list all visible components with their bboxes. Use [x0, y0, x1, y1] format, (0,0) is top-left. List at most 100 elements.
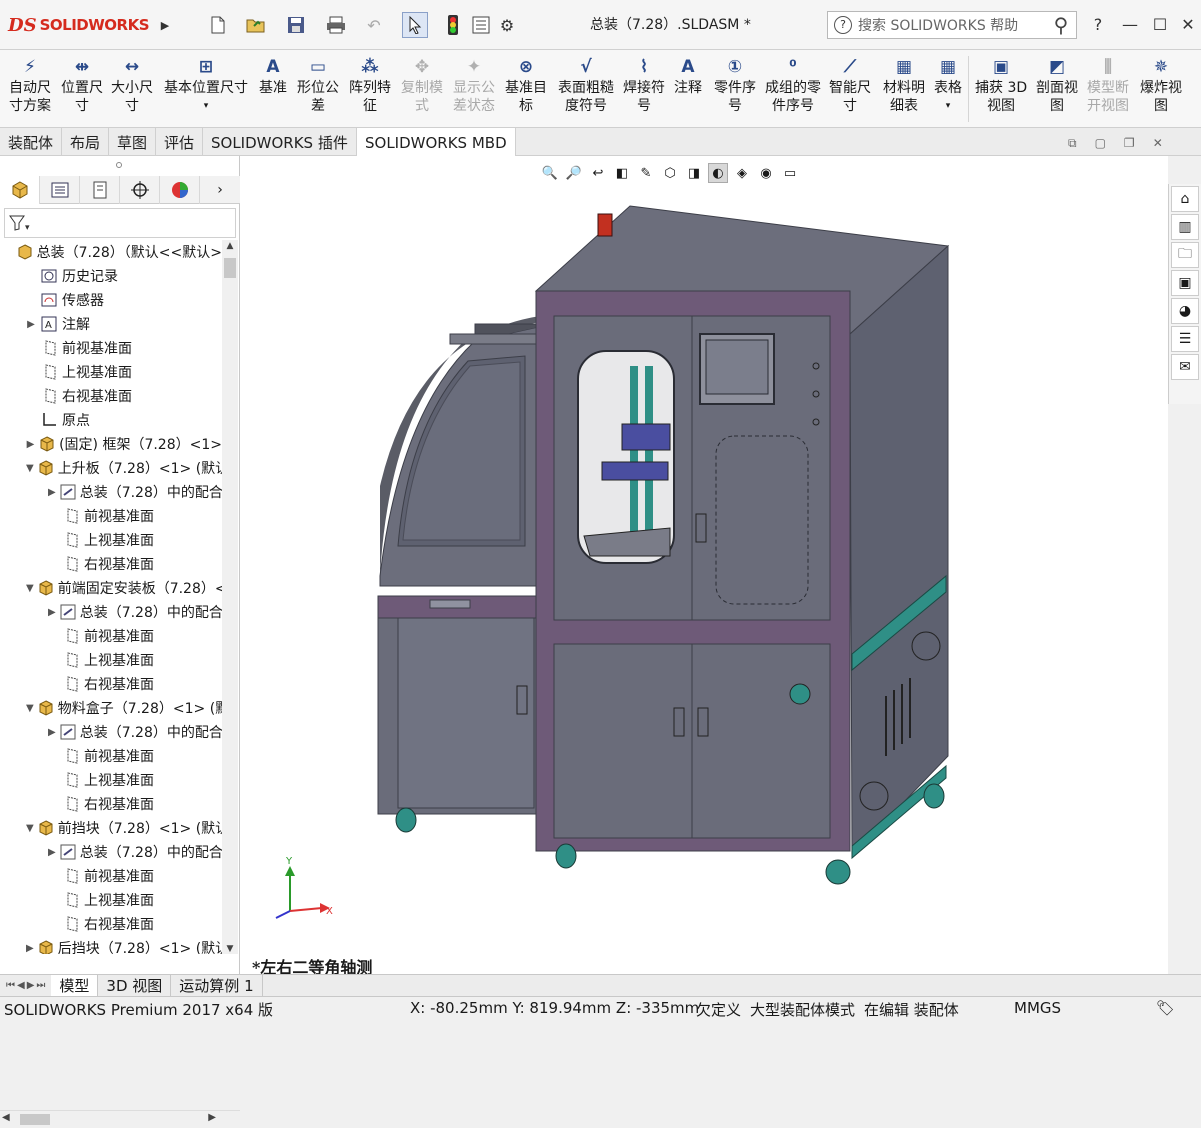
scroll-right-arrow-icon[interactable]: ▶: [208, 1112, 216, 1123]
ribbon-button-geometric-tolerance[interactable]: ▭ 形位公差: [297, 56, 339, 115]
tree-node[interactable]: 上视基准面: [0, 888, 222, 912]
bottom-tab-2[interactable]: 运动算例 1: [171, 974, 263, 997]
tree-expander-icon[interactable]: ▼: [26, 463, 34, 474]
tree-node[interactable]: ▶ 总装（7.28）中的配合: [0, 840, 222, 864]
custom-properties-icon[interactable]: ☰: [1171, 326, 1199, 352]
tree-node[interactable]: ▼ 上升板（7.28）<1> (默认: [0, 456, 222, 480]
tree-expander-icon[interactable]: ▼: [26, 703, 34, 714]
file-explorer-icon[interactable]: 🗀: [1171, 242, 1199, 268]
maximize-button[interactable]: ☐: [1146, 12, 1174, 38]
scroll-thumb[interactable]: [224, 258, 236, 278]
tree-node[interactable]: 右视基准面: [0, 912, 222, 936]
hscroll-thumb[interactable]: [20, 1114, 50, 1125]
ribbon-button-surface-finish[interactable]: √ 表面粗糙 度符号: [558, 56, 614, 115]
file-properties-icon[interactable]: [470, 12, 492, 38]
tree-node[interactable]: 上视基准面: [0, 528, 222, 552]
apply-scene-icon[interactable]: ◉: [756, 163, 776, 183]
ribbon-button-model-break-view[interactable]: ⫼ 模型断 开视图: [1087, 56, 1129, 115]
ribbon-button-note[interactable]: A 注释: [674, 56, 702, 97]
tab-1[interactable]: 布局: [62, 128, 110, 156]
feature-manager-tab[interactable]: [0, 175, 40, 204]
save-icon[interactable]: [284, 12, 308, 38]
tree-expander-icon[interactable]: ▶: [26, 439, 35, 450]
tree-node[interactable]: ▶ 总装（7.28）中的配合: [0, 720, 222, 744]
ribbon-button-weld-symbol[interactable]: ⌇ 焊接符号: [623, 56, 665, 115]
status-units[interactable]: MMGS: [1014, 999, 1061, 1017]
new-document-icon[interactable]: [206, 12, 230, 38]
ribbon-button-exploded-view[interactable]: ✵ 爆炸视图: [1140, 56, 1182, 115]
ribbon-button-pattern-feature[interactable]: ⁂ 阵列特征: [349, 56, 391, 115]
ribbon-button-table[interactable]: ▦ 表格 ▾: [934, 56, 962, 115]
tree-expander-icon[interactable]: ▶: [26, 319, 36, 330]
tree-node[interactable]: 右视基准面: [0, 672, 222, 696]
help-search-box[interactable]: ? 搜索 SOLIDWORKS 帮助 ⚲: [827, 11, 1077, 39]
tree-expander-icon[interactable]: ▶: [48, 847, 56, 858]
bottom-tab-0[interactable]: 模型: [51, 974, 99, 997]
tree-node[interactable]: 前视基准面: [0, 504, 222, 528]
tree-node[interactable]: ▼ 前端固定安装板（7.28）<: [0, 576, 222, 600]
tree-node[interactable]: 原点: [0, 408, 222, 432]
tree-expander-icon[interactable]: ▶: [26, 943, 34, 954]
view-orientation-icon[interactable]: ⬡: [660, 163, 680, 183]
ribbon-button-location-dimension[interactable]: ⇹ 位置尺寸: [61, 56, 103, 115]
ribbon-button-copy-scheme[interactable]: ✥ 复制模式: [401, 56, 443, 115]
tree-node[interactable]: ▶ A 注解: [0, 312, 222, 336]
tree-expander-icon[interactable]: ▶: [48, 607, 56, 618]
scroll-up-arrow-icon[interactable]: ▲: [222, 240, 238, 252]
tab-0[interactable]: 装配体: [0, 128, 63, 156]
tab-2[interactable]: 草图: [109, 128, 157, 156]
tag-icon[interactable]: 🏷: [1156, 999, 1175, 1017]
rebuild-traffic-light-icon[interactable]: [444, 12, 462, 38]
select-pointer-icon[interactable]: [402, 12, 428, 38]
appearances-scenes-icon[interactable]: ◕: [1171, 298, 1199, 324]
design-library-icon[interactable]: ▥: [1171, 214, 1199, 240]
tree-node[interactable]: ▶ 后挡块（7.28）<1> (默认: [0, 936, 222, 954]
tree-expander-icon[interactable]: ▼: [26, 583, 34, 594]
tab-4[interactable]: SOLIDWORKS 插件: [203, 128, 357, 156]
ribbon-button-basic-location-dimension[interactable]: ⊞ 基本位置尺寸 ▾: [164, 56, 248, 115]
ribbon-button-capture-3d-view[interactable]: ▣ 捕获 3D 视图: [975, 56, 1027, 115]
solidworks-forum-icon[interactable]: ✉: [1171, 354, 1199, 380]
previous-view-icon[interactable]: ↩: [588, 163, 608, 183]
tree-node[interactable]: 右视基准面: [0, 384, 222, 408]
next-tab-icon[interactable]: ▶: [27, 980, 35, 991]
tree-node[interactable]: 前视基准面: [0, 624, 222, 648]
ribbon-button-stacked-balloon[interactable]: ⁰ 成组的零 件序号: [765, 56, 821, 115]
close-button[interactable]: ✕: [1174, 12, 1201, 38]
property-manager-tab[interactable]: [40, 175, 80, 204]
dim-xpert-manager-tab[interactable]: [120, 175, 160, 204]
minimize-button[interactable]: —: [1116, 12, 1144, 38]
help-button[interactable]: ?: [1084, 12, 1112, 38]
search-icon[interactable]: ⚲: [1046, 13, 1076, 37]
open-document-icon[interactable]: [244, 12, 268, 38]
zoom-to-fit-icon[interactable]: 🔍: [540, 163, 560, 183]
display-manager-tab[interactable]: [160, 175, 200, 204]
tree-expander-icon[interactable]: ▶: [48, 727, 56, 738]
view-settings-icon[interactable]: ▭: [780, 163, 800, 183]
search-placeholder[interactable]: 搜索 SOLIDWORKS 帮助: [858, 15, 1040, 35]
viewport-maximize-icon[interactable]: ❐: [1124, 136, 1135, 151]
tree-node[interactable]: 历史记录: [0, 264, 222, 288]
tree-node[interactable]: 前视基准面: [0, 864, 222, 888]
prev-tab-icon[interactable]: ◀: [17, 980, 25, 991]
tree-node[interactable]: 总装（7.28）（默认<<默认>: [0, 240, 222, 264]
ribbon-button-auto-dimension[interactable]: ⚡ 自动尺 寸方案: [9, 56, 51, 115]
tree-node[interactable]: 上视基准面: [0, 768, 222, 792]
tree-horizontal-scrollbar[interactable]: ◀ ▶: [0, 1110, 240, 1128]
undo-icon[interactable]: ↶: [362, 12, 386, 38]
hide-show-items-icon[interactable]: ◐: [708, 163, 728, 183]
tree-node[interactable]: 上视基准面: [0, 360, 222, 384]
print-icon[interactable]: [324, 12, 348, 38]
view-palette-icon[interactable]: ▣: [1171, 270, 1199, 296]
tree-node[interactable]: ▼ 前挡块（7.28）<1> (默认: [0, 816, 222, 840]
viewport-tile-icon[interactable]: ▢: [1095, 136, 1106, 151]
tree-node[interactable]: 右视基准面: [0, 792, 222, 816]
display-style-icon[interactable]: ◨: [684, 163, 704, 183]
tree-node[interactable]: ▶ 总装（7.28）中的配合: [0, 600, 222, 624]
tree-node[interactable]: ▶ (固定) 框架（7.28）<1>: [0, 432, 222, 456]
ribbon-button-section-view[interactable]: ◩ 剖面视图: [1036, 56, 1078, 115]
tree-expander-icon[interactable]: ▶: [48, 487, 56, 498]
panel-grip-icon[interactable]: [116, 162, 122, 168]
scroll-left-arrow-icon[interactable]: ◀: [2, 1112, 10, 1123]
assembly-model-render[interactable]: [240, 156, 1168, 974]
